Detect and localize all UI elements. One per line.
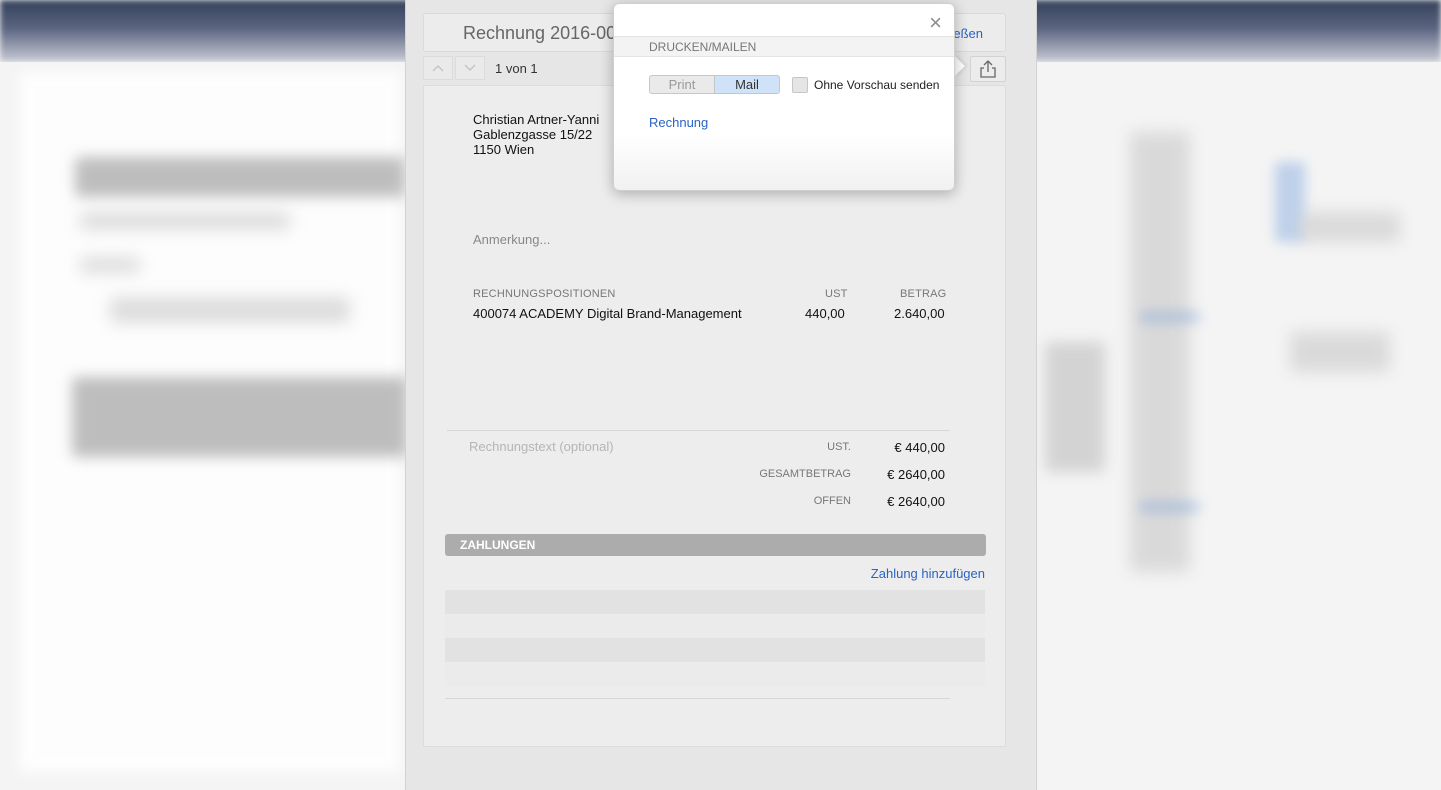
close-link[interactable]: eßen: [953, 26, 983, 41]
page-indicator: 1 von 1: [495, 61, 538, 76]
payment-row: [445, 662, 985, 686]
previous-button[interactable]: [423, 56, 453, 80]
vat-sum-label: UST.: [827, 441, 851, 453]
position-vat: 440,00: [805, 306, 845, 321]
payments-header: ZAHLUNGEN: [445, 534, 986, 556]
open-label: OFFEN: [813, 495, 851, 507]
total-value: € 2640,00: [887, 467, 945, 482]
recipient-street: Gablenzgasse 15/22: [473, 127, 593, 142]
divider: [447, 430, 950, 431]
payment-row: [445, 590, 985, 614]
payments-title: ZAHLUNGEN: [460, 538, 536, 552]
total-label: GESAMTBETRAG: [759, 468, 851, 480]
share-button[interactable]: [970, 56, 1006, 82]
add-payment-link[interactable]: Zahlung hinzufügen: [871, 566, 985, 581]
document-link[interactable]: Rechnung: [649, 115, 708, 130]
invoice-title: Rechnung 2016-00: [463, 23, 617, 43]
background-blur-link: [1140, 312, 1200, 322]
vat-header: UST: [825, 288, 848, 300]
open-value: € 2640,00: [887, 494, 945, 509]
vat-sum-value: € 440,00: [894, 440, 945, 455]
chevron-up-icon: [432, 65, 444, 72]
background-blur-text: [80, 257, 140, 273]
positions-header: RECHNUNGSPOSITIONEN: [473, 288, 616, 300]
background-blur-box: [1045, 342, 1105, 472]
no-preview-label[interactable]: Ohne Vorschau senden: [814, 78, 939, 92]
recipient-city: 1150 Wien: [473, 142, 535, 157]
divider: [445, 698, 950, 699]
print-mail-popover: × DRUCKEN/MAILEN Print Mail Ohne Vorscha…: [613, 3, 955, 191]
mail-segment[interactable]: Mail: [715, 75, 780, 94]
payment-row: [445, 638, 985, 662]
background-blur-text: [1300, 212, 1400, 242]
background-blur-text: [110, 297, 350, 323]
output-mode-segmented-control: Print Mail: [649, 75, 780, 94]
background-blur-text: [80, 212, 290, 230]
amount-header: BETRAG: [900, 288, 947, 300]
share-icon: [980, 60, 996, 78]
close-icon[interactable]: ×: [929, 12, 942, 34]
print-segment[interactable]: Print: [649, 75, 715, 94]
popover-section-title: DRUCKEN/MAILEN: [649, 40, 757, 54]
invoice-text-field[interactable]: Rechnungstext (optional): [469, 439, 614, 454]
no-preview-checkbox[interactable]: [792, 77, 808, 93]
background-blur-box: [72, 377, 407, 457]
background-blur-text: [75, 157, 405, 197]
recipient-address: Christian Artner-Yanni Gablenzgasse 15/2…: [473, 112, 599, 157]
chevron-down-icon: [464, 64, 476, 71]
remark-field[interactable]: Anmerkung...: [473, 232, 550, 247]
background-blur-text: [1290, 332, 1390, 372]
payment-row: [445, 614, 985, 638]
background-blur-link: [1140, 502, 1200, 512]
position-amount: 2.640,00: [894, 306, 945, 321]
next-button[interactable]: [455, 56, 485, 80]
recipient-name: Christian Artner-Yanni: [473, 112, 600, 127]
popover-section-header: DRUCKEN/MAILEN: [614, 36, 954, 57]
position-item[interactable]: 400074 ACADEMY Digital Brand-Management: [473, 306, 742, 321]
